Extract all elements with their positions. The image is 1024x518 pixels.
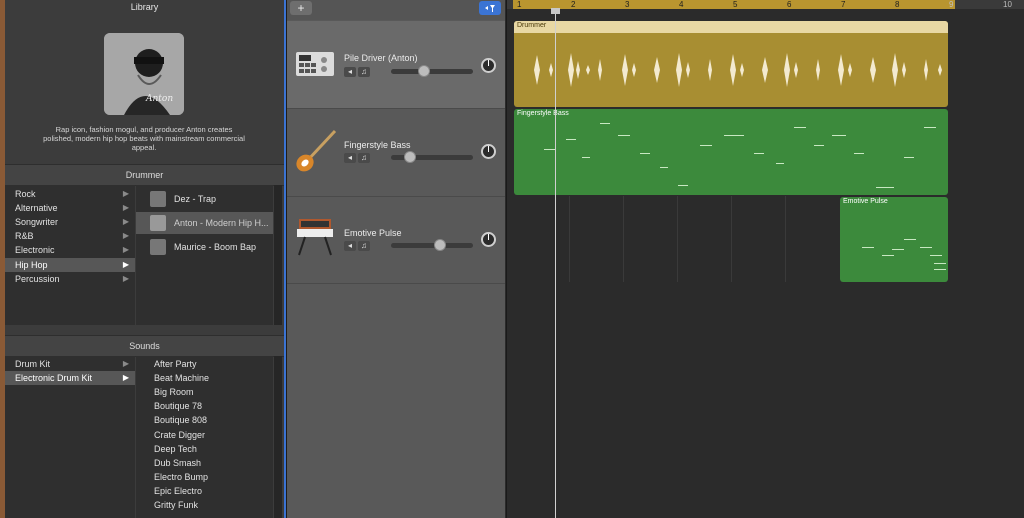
genre-item-percussion[interactable]: Percussion ▶: [5, 272, 135, 286]
bass-guitar-icon: [293, 127, 337, 175]
region-label: Fingerstyle Bass: [517, 110, 569, 117]
chevron-right-icon: ▶: [122, 274, 129, 283]
drummer-list-scrollbar[interactable]: [274, 185, 282, 325]
track-name[interactable]: Pile Driver (Anton): [344, 53, 418, 63]
bar-number: 8: [895, 0, 900, 9]
panel-divider[interactable]: [284, 0, 286, 518]
track-header-toolbar: +: [287, 0, 505, 20]
bar-number: 4: [679, 0, 684, 9]
genre-item-electronic[interactable]: Electronic ▶: [5, 243, 135, 257]
pan-knob[interactable]: [481, 144, 496, 159]
track-name[interactable]: Emotive Pulse: [344, 228, 402, 238]
sound-item[interactable]: Beat Machine: [136, 371, 209, 385]
drummer-description: Rap icon, fashion mogul, and producer An…: [43, 125, 245, 152]
sound-list: After Party Beat Machine Big Room Boutiq…: [136, 356, 273, 518]
track-headers: + Pile Driver (Anton) ◂ ♫ Fingerstyle Ba…: [287, 0, 505, 518]
track-row-bass[interactable]: Fingerstyle Bass ◂ ♫: [287, 109, 505, 197]
bar-number: 7: [841, 0, 846, 9]
bar-ruler[interactable]: 1 2 3 4 5 6 7 8 9 10: [507, 0, 1024, 9]
headphones-icon[interactable]: ♫: [358, 153, 370, 163]
headphones-icon[interactable]: ♫: [358, 67, 370, 77]
mute-icon[interactable]: ◂: [344, 241, 356, 251]
volume-slider-knob[interactable]: [404, 151, 416, 163]
synthesizer-icon: [295, 215, 335, 259]
headphones-icon[interactable]: ♫: [358, 241, 370, 251]
sound-item[interactable]: Crate Digger: [136, 428, 205, 442]
chevron-right-icon: ▶: [122, 260, 129, 269]
track-row-synth[interactable]: Emotive Pulse ◂ ♫: [287, 197, 505, 284]
mute-icon[interactable]: ◂: [344, 67, 356, 77]
sound-item[interactable]: Boutique 808: [136, 413, 207, 427]
library-panel: Library Anton Rap icon, fashion mogul, a…: [0, 0, 287, 518]
playhead-handle[interactable]: [551, 8, 560, 14]
pan-knob[interactable]: [481, 232, 496, 247]
bar-number: 6: [787, 0, 792, 9]
chevron-right-icon: ▶: [122, 245, 129, 254]
chevron-right-icon: ▶: [122, 359, 129, 368]
volume-slider-knob[interactable]: [434, 239, 446, 251]
add-track-button[interactable]: +: [290, 1, 312, 15]
pan-knob[interactable]: [481, 58, 496, 73]
timeline-area[interactable]: 1 2 3 4 5 6 7 8 9 10 Drummer Fingerstyle…: [506, 0, 1024, 518]
sound-item[interactable]: Big Room: [136, 385, 194, 399]
bar-number: 9: [949, 0, 954, 9]
sound-item[interactable]: Gritty Funk: [136, 498, 198, 512]
kit-type-list: Drum Kit ▶ Electronic Drum Kit ▶: [5, 356, 135, 518]
kit-type-electronic-drum-kit[interactable]: Electronic Drum Kit ▶: [5, 371, 135, 385]
volume-slider-knob[interactable]: [418, 65, 430, 77]
drummer-artwork: Anton: [104, 33, 184, 115]
region-label: Drummer: [517, 22, 547, 29]
region-label: Emotive Pulse: [843, 198, 888, 205]
sound-item[interactable]: Epic Electro: [136, 484, 202, 498]
genre-item-rock[interactable]: Rock ▶: [5, 187, 135, 201]
chevron-right-icon: ▶: [122, 217, 129, 226]
bar-number: 3: [625, 0, 630, 9]
svg-text:Anton: Anton: [145, 94, 173, 104]
drum-machine-icon: [295, 48, 335, 80]
drummer-item-anton[interactable]: Anton - Modern Hip H...: [136, 212, 273, 234]
mute-icon[interactable]: ◂: [344, 153, 356, 163]
drummer-section-header: Drummer: [5, 164, 284, 186]
genre-list: Rock ▶ Alternative ▶ Songwriter ▶ R&B ▶ Elec…: [5, 185, 135, 325]
sound-list-scrollbar[interactable]: [274, 356, 282, 518]
sound-item[interactable]: After Party: [136, 357, 197, 371]
sounds-section-header: Sounds: [5, 335, 284, 357]
chevron-right-icon: ▶: [122, 189, 129, 198]
chevron-right-icon: ▶: [122, 373, 129, 382]
drummer-list: Dez - Trap Anton - Modern Hip H... Mauri…: [136, 185, 273, 325]
sound-item[interactable]: Deep Tech: [136, 442, 197, 456]
drummer-avatar: [150, 215, 166, 231]
bass-region[interactable]: Fingerstyle Bass: [514, 109, 948, 195]
track-name[interactable]: Fingerstyle Bass: [344, 140, 411, 150]
chevron-right-icon: ▶: [122, 203, 129, 212]
sound-item[interactable]: Dub Smash: [136, 456, 201, 470]
genre-item-songwriter[interactable]: Songwriter ▶: [5, 215, 135, 229]
sound-item[interactable]: Boutique 78: [136, 399, 202, 413]
drummer-avatar: [150, 191, 166, 207]
drum-waveform: [534, 53, 942, 87]
volume-slider[interactable]: [391, 239, 473, 251]
bar-number: 10: [1003, 0, 1012, 9]
genre-item-rnb[interactable]: R&B ▶: [5, 229, 135, 243]
library-title: Library: [130, 2, 159, 12]
kit-type-drum-kit[interactable]: Drum Kit ▶: [5, 357, 135, 371]
region-header: [514, 21, 948, 33]
drummer-item-dez[interactable]: Dez - Trap: [136, 188, 273, 210]
bar-number: 1: [517, 0, 522, 9]
drummer-region[interactable]: Drummer: [514, 21, 948, 107]
bar-number: 2: [571, 0, 576, 9]
synth-region[interactable]: Emotive Pulse: [840, 197, 948, 282]
drummer-item-maurice[interactable]: Maurice - Boom Bap: [136, 236, 273, 258]
volume-slider[interactable]: [391, 151, 473, 163]
volume-slider[interactable]: [391, 65, 473, 77]
chevron-right-icon: ▶: [122, 231, 129, 240]
genre-item-alternative[interactable]: Alternative ▶: [5, 201, 135, 215]
bar-number: 5: [733, 0, 738, 9]
smart-controls-filter-icon[interactable]: [479, 1, 501, 15]
genre-item-hip-hop[interactable]: Hip Hop ▶: [5, 258, 135, 272]
sound-item[interactable]: Electro Bump: [136, 470, 208, 484]
playhead[interactable]: [555, 9, 556, 518]
track-row-drummer[interactable]: Pile Driver (Anton) ◂ ♫: [287, 21, 505, 109]
drummer-avatar: [150, 239, 166, 255]
